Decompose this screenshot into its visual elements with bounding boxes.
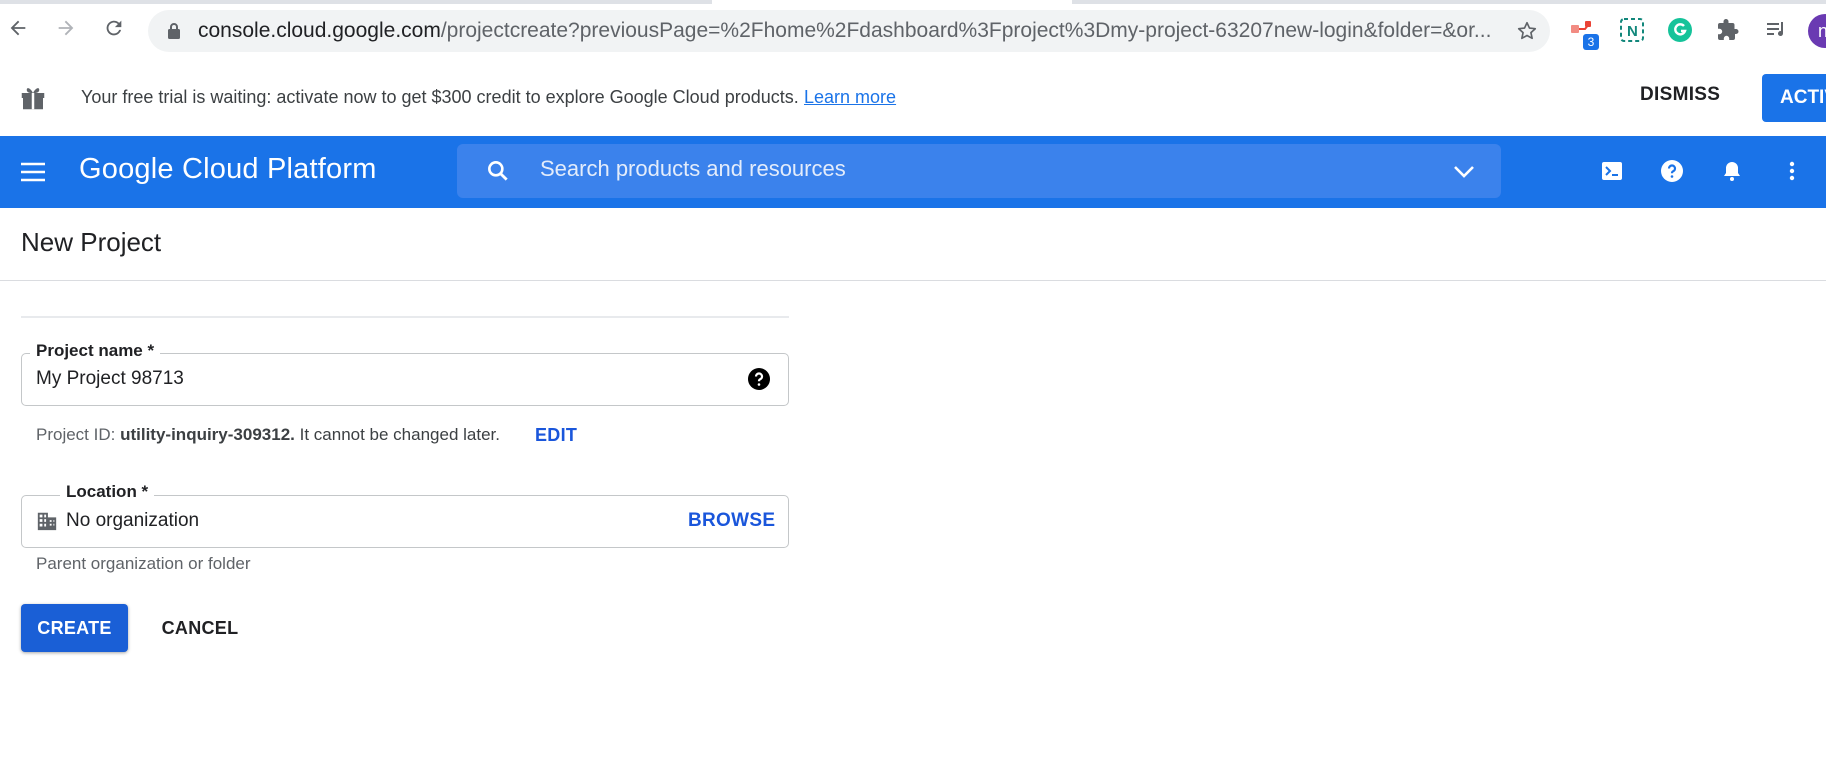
project-id-prefix: Project ID:: [36, 425, 116, 444]
tab-strip: [0, 0, 1826, 4]
active-tab-edge[interactable]: [712, 0, 1072, 4]
chevron-down-icon[interactable]: [1451, 160, 1477, 182]
extension-n-icon[interactable]: N: [1618, 16, 1646, 44]
building-icon: [36, 510, 58, 532]
trial-message: Your free trial is waiting: activate now…: [81, 87, 799, 107]
divider: [0, 280, 1826, 281]
hamburger-menu-icon[interactable]: [18, 157, 48, 187]
help-icon[interactable]: [1657, 156, 1687, 186]
more-options-icon[interactable]: [1777, 156, 1807, 186]
gift-icon: [18, 83, 48, 113]
extensions-puzzle-icon[interactable]: [1714, 16, 1742, 44]
project-id-info: Project ID: utility-inquiry-309312. It c…: [36, 425, 500, 445]
activate-button[interactable]: ACTIVATE: [1762, 74, 1826, 122]
cloud-shell-icon[interactable]: [1597, 156, 1627, 186]
address-bar[interactable]: console.cloud.google.com/projectcreate?p…: [148, 10, 1550, 52]
search-icon: [485, 158, 511, 184]
url-text[interactable]: console.cloud.google.com/projectcreate?p…: [198, 19, 1508, 43]
reading-list-icon[interactable]: [1762, 16, 1790, 44]
learn-more-link[interactable]: Learn more: [804, 87, 896, 108]
extension-badge: 3: [1583, 34, 1599, 50]
forward-arrow-icon[interactable]: [52, 14, 80, 42]
location-hint: Parent organization or folder: [36, 554, 251, 573]
product-title[interactable]: Google Cloud Platform: [79, 153, 377, 186]
url-host: console.cloud.google.com: [198, 19, 441, 42]
divider: [21, 316, 789, 318]
project-name-value[interactable]: My Project 98713: [36, 368, 184, 390]
cancel-button[interactable]: CANCEL: [150, 604, 250, 652]
location-label: Location *: [60, 482, 155, 502]
grammarly-icon[interactable]: [1666, 16, 1694, 44]
url-path: /projectcreate?previousPage=%2Fhome%2Fda…: [440, 19, 1492, 42]
edit-project-id-button[interactable]: EDIT: [535, 425, 577, 446]
back-arrow-icon[interactable]: [4, 14, 32, 42]
page-title: New Project: [21, 227, 162, 257]
help-circle-icon[interactable]: [747, 367, 771, 391]
location-value: No organization: [66, 510, 200, 531]
bookmark-star-icon[interactable]: [1516, 20, 1538, 42]
lock-icon[interactable]: [164, 21, 184, 41]
create-button[interactable]: CREATE: [21, 604, 128, 652]
browse-button[interactable]: BROWSE: [688, 510, 775, 532]
project-id-value: utility-inquiry-309312.: [120, 425, 295, 444]
reload-icon[interactable]: [100, 14, 128, 42]
notifications-bell-icon[interactable]: [1717, 156, 1747, 186]
dismiss-button[interactable]: DISMISS: [1640, 84, 1720, 114]
project-name-label: Project name *: [30, 341, 161, 361]
project-id-note: It cannot be changed later.: [299, 425, 500, 444]
svg-text:N: N: [1627, 23, 1638, 40]
search-placeholder: Search products and resources: [540, 156, 846, 181]
